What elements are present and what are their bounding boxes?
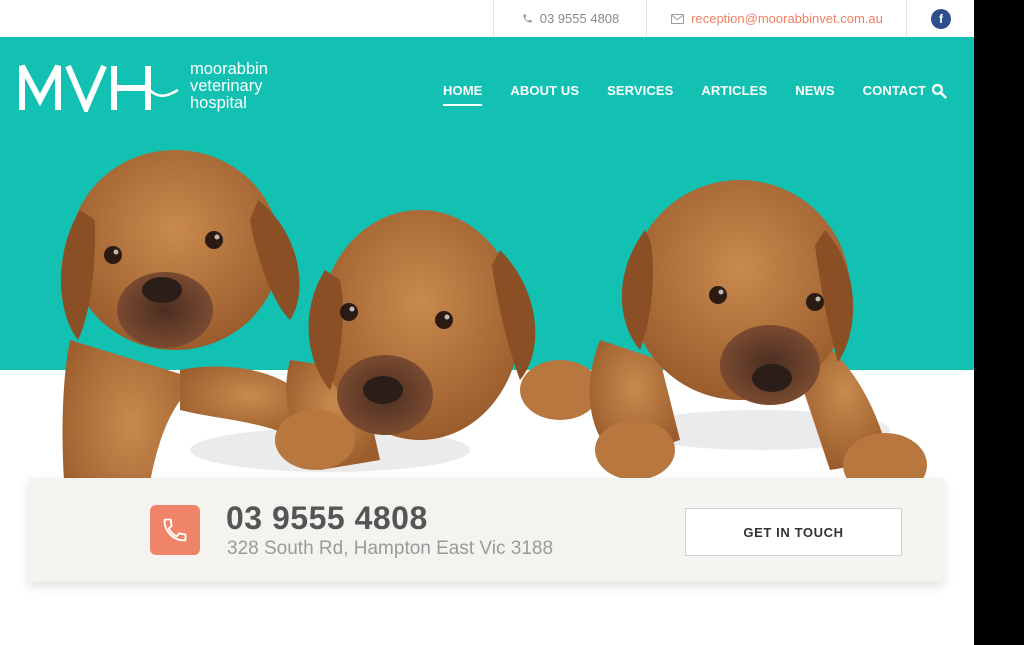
main-nav: HOME ABOUT US SERVICES ARTICLES NEWS CON… (443, 83, 954, 106)
nav-articles[interactable]: ARTICLES (701, 83, 767, 106)
topbar-email[interactable]: reception@moorabbinvet.com.au (646, 0, 907, 37)
logo-text: moorabbin veterinary hospital (190, 61, 268, 112)
phone-icon (523, 14, 532, 23)
top-bar: 03 9555 4808 reception@moorabbinvet.com.… (0, 0, 974, 37)
topbar-email-text: reception@moorabbinvet.com.au (691, 11, 883, 26)
logo[interactable]: moorabbin veterinary hospital (18, 60, 268, 112)
phone-icon (150, 505, 200, 555)
nav-contact[interactable]: CONTACT (863, 83, 926, 106)
page: 03 9555 4808 reception@moorabbinvet.com.… (0, 0, 974, 645)
strip-phone-number[interactable]: 03 9555 4808 (226, 500, 428, 537)
logo-line-3: hospital (190, 94, 247, 112)
facebook-icon: f (931, 8, 951, 29)
nav-home[interactable]: HOME (443, 83, 483, 106)
nav-news[interactable]: NEWS (795, 83, 834, 106)
search-button[interactable] (931, 83, 947, 104)
topbar-phone-text: 03 9555 4808 (539, 11, 620, 26)
topbar-phone[interactable]: 03 9555 4808 (493, 0, 647, 37)
nav-services[interactable]: SERVICES (607, 83, 673, 106)
logo-line-2: veterinary (190, 77, 263, 95)
get-in-touch-button[interactable]: GET IN TOUCH (685, 508, 902, 556)
envelope-icon (671, 13, 685, 24)
search-icon (931, 83, 947, 99)
contact-strip: 03 9555 4808 328 South Rd, Hampton East … (28, 478, 944, 582)
logo-mark (19, 64, 179, 112)
strip-address: 328 South Rd, Hampton East Vic 3188 (227, 538, 554, 559)
black-margin (974, 0, 1024, 645)
logo-line-1: moorabbin (190, 60, 268, 78)
facebook-link[interactable]: f (906, 0, 974, 37)
nav-about-us[interactable]: ABOUT US (510, 83, 579, 106)
puppy-middle (275, 210, 600, 470)
